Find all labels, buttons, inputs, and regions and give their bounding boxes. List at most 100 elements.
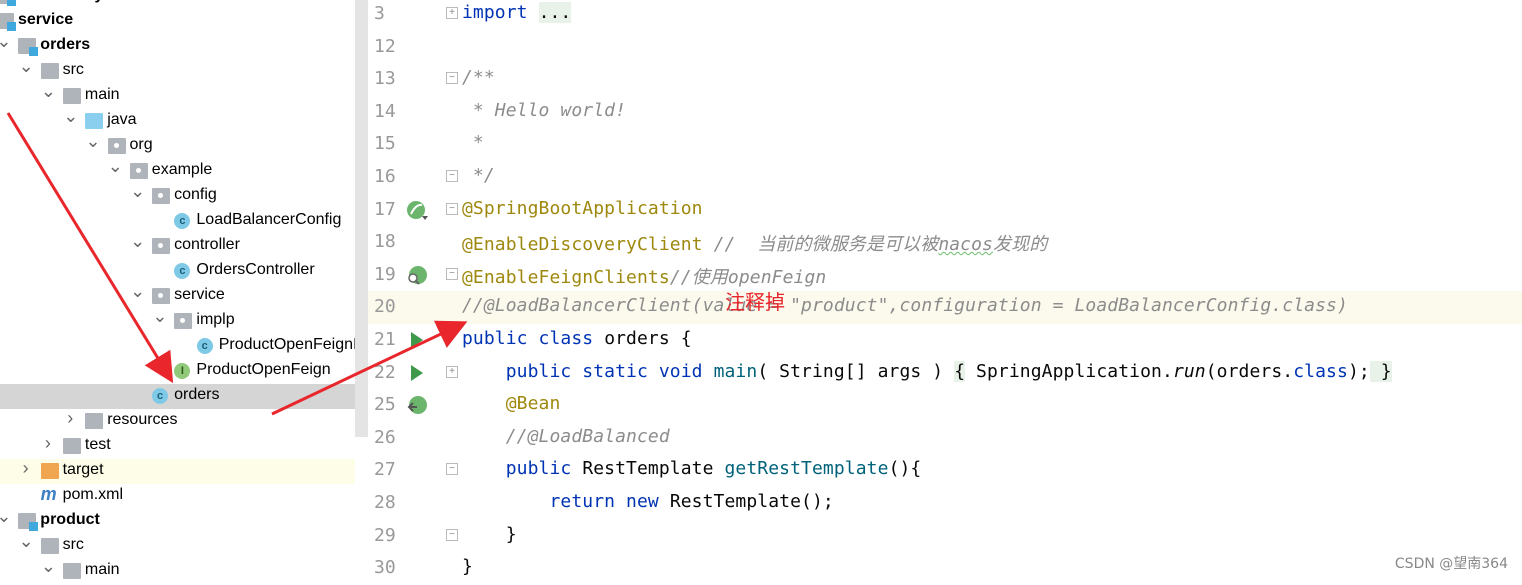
tree-item[interactable]: ⌄service — [0, 9, 355, 34]
code-line[interactable]: + public static void main( String[] args… — [440, 357, 1522, 390]
tree-item[interactable]: ⌄ controller — [0, 231, 355, 259]
tree-item[interactable]: ⌄ service — [0, 281, 355, 309]
chevron-right-icon[interactable]: › — [23, 458, 37, 478]
tree-item[interactable]: ⌄ config — [0, 181, 355, 209]
code-line[interactable]: + import ... — [440, 0, 1522, 31]
tree-item[interactable]: ⌄ java — [0, 106, 355, 134]
spring-bean-icon[interactable] — [406, 200, 430, 227]
code-line[interactable]: //@LoadBalanced — [440, 422, 1522, 455]
code-text: * — [462, 132, 484, 153]
code-line[interactable]: − @EnableFeignClients//使用openFeign — [440, 259, 1522, 292]
tree-scrollbar[interactable] — [355, 0, 368, 437]
tree-item[interactable]: › test — [0, 433, 355, 459]
chevron-down-icon[interactable]: ⌄ — [41, 556, 56, 576]
code-line[interactable]: //@LoadBalancerClient(value = "product",… — [440, 291, 1522, 325]
chevron-down-icon[interactable]: ⌄ — [0, 31, 11, 51]
code-token: @EnableFeignClients — [462, 266, 670, 288]
code-token: SpringApplication. — [965, 360, 1173, 382]
line-number-text: 29 — [374, 524, 396, 546]
fold-collapse-icon[interactable]: − — [446, 202, 458, 215]
code-line[interactable]: @EnableDiscoveryClient // 当前的微服务是可以被naco… — [440, 226, 1522, 259]
code-token: (orders. — [1205, 360, 1294, 382]
code-text: @Bean — [462, 393, 561, 414]
fold-collapse-icon[interactable]: − — [446, 170, 458, 182]
tree-item[interactable]: c OrdersController — [0, 259, 355, 284]
chevron-down-icon[interactable]: ⌄ — [130, 231, 145, 251]
code-line[interactable]: − */ — [440, 161, 1522, 194]
tree-item[interactable]: ⌄ main — [0, 556, 355, 581]
code-line[interactable]: * Hello world! — [440, 96, 1522, 129]
annotation-note: 注释掉 — [725, 290, 785, 314]
line-number-text: 14 — [374, 100, 396, 122]
tree-item[interactable]: ⌄ org — [0, 131, 355, 159]
spring-bean-link-icon[interactable] — [406, 395, 430, 422]
tree-item[interactable]: ⌄ example — [0, 156, 355, 184]
tree-item[interactable]: ⌄ main — [0, 81, 355, 109]
code-text: @EnableDiscoveryClient // 当前的微服务是可以被naco… — [462, 230, 1047, 256]
resources-folder-icon — [85, 413, 104, 429]
tree-item-label: ProductOpenFeign — [196, 361, 331, 378]
code-line[interactable]: −/** — [440, 63, 1522, 96]
tree-item[interactable]: › target — [0, 458, 355, 484]
fold-collapse-icon[interactable]: − — [446, 72, 458, 85]
fold-collapse-icon[interactable]: − — [446, 463, 458, 476]
chevron-down-icon[interactable]: ⌄ — [86, 131, 101, 151]
chevron-down-icon[interactable]: ⌄ — [63, 106, 78, 126]
chevron-down-icon[interactable]: ⌄ — [19, 531, 34, 551]
chevron-down-icon[interactable]: ⌄ — [130, 181, 145, 201]
code-line[interactable] — [440, 31, 1522, 64]
fold-expand-icon[interactable]: + — [446, 365, 458, 378]
interface-icon: I — [174, 363, 191, 379]
run-icon[interactable] — [406, 363, 426, 388]
tree-item[interactable]: I ProductOpenFeign — [0, 359, 355, 384]
chevron-right-icon[interactable]: › — [45, 433, 59, 453]
line-number: 21 — [368, 324, 440, 357]
code-token: getRestTemplate — [724, 458, 889, 480]
tree-item-label: service — [174, 286, 225, 303]
chevron-down-icon[interactable]: ⌄ — [152, 306, 167, 326]
run-icon[interactable] — [406, 330, 426, 355]
tree-item[interactable]: c LoadBalancerConfig — [0, 209, 355, 234]
tree-item[interactable]: ⌄ product — [0, 506, 355, 534]
tree-item[interactable]: › resources — [0, 408, 355, 434]
fold-collapse-icon[interactable]: − — [446, 267, 458, 280]
code-token: } — [462, 556, 473, 578]
tree-item[interactable]: m pom.xml — [0, 484, 355, 509]
code-line[interactable]: − } — [440, 520, 1522, 553]
code-text: /** — [462, 67, 495, 88]
chevron-down-icon[interactable]: ⌄ — [108, 156, 123, 176]
code-line[interactable]: return new RestTemplate(); — [440, 487, 1522, 520]
code-line[interactable]: @Bean — [440, 389, 1522, 422]
code-line[interactable]: − public RestTemplate getRestTemplate(){ — [440, 454, 1522, 487]
code-line[interactable]: public class orders { — [440, 324, 1522, 357]
line-number-text: 18 — [374, 231, 396, 253]
line-number-text: 19 — [374, 263, 396, 285]
chevron-down-icon[interactable]: ⌄ — [0, 506, 11, 526]
code-line[interactable]: } — [440, 552, 1522, 585]
chevron-down-icon[interactable]: ⌄ — [19, 56, 34, 76]
code-line[interactable]: * — [440, 128, 1522, 161]
tree-item-label: orders — [40, 36, 91, 53]
code-token: /** — [462, 67, 495, 89]
tree-item[interactable]: ⌄ orders — [0, 31, 355, 59]
tree-item[interactable]: ⌄ implp — [0, 306, 355, 334]
folder-icon — [62, 88, 81, 104]
fold-expand-icon[interactable]: + — [446, 7, 458, 19]
spring-search-icon[interactable] — [406, 265, 430, 292]
tree-item[interactable]: commodity — [0, 0, 355, 9]
line-number: 12 — [368, 31, 440, 64]
line-number-text: 26 — [374, 426, 396, 448]
chevron-down-icon[interactable]: ⌄ — [41, 81, 56, 101]
code-editor[interactable]: 3 12 13 14 15 16 17 18 19 20 21 22 25 26 27 28 29 30 + imp… — [368, 0, 1522, 581]
tree-item-label: LoadBalancerConfig — [196, 211, 342, 228]
tree-item-label: service — [18, 11, 74, 28]
chevron-down-icon[interactable]: ⌄ — [130, 281, 145, 301]
fold-collapse-icon[interactable]: − — [446, 528, 458, 541]
folder-icon — [40, 538, 59, 554]
code-line[interactable]: − @SpringBootApplication — [440, 194, 1522, 227]
tree-item[interactable]: c ProductOpenFeignImpl — [0, 334, 355, 359]
line-number-text: 21 — [374, 329, 396, 350]
tree-item[interactable]: c orders — [0, 384, 355, 409]
chevron-right-icon[interactable]: › — [67, 408, 81, 428]
line-number: 17 — [368, 194, 440, 227]
